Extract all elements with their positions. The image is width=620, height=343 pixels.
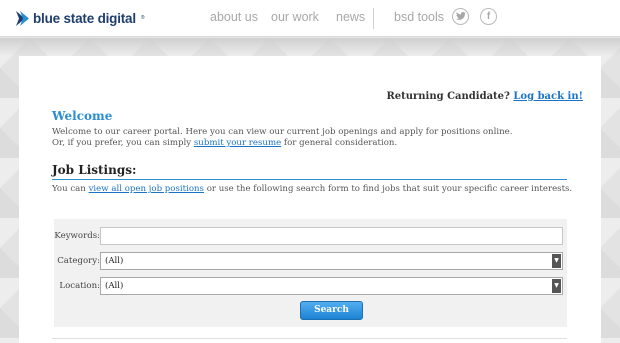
twitter-icon[interactable] (452, 8, 469, 25)
category-label: Category: (57, 256, 100, 266)
log-back-in-link[interactable]: Log back in! (513, 91, 583, 102)
submit-resume-link[interactable]: submit your resume (194, 138, 281, 148)
view-all-jobs-link[interactable]: view all open job positions (89, 184, 204, 194)
nav-our-work[interactable]: our work (271, 10, 319, 24)
job-listings-prefix: You can (52, 184, 86, 194)
returning-candidate: Returning Candidate? Log back in! (386, 91, 583, 102)
nav-news[interactable]: news (336, 10, 365, 24)
site-header: blue state digital ® about us our work ne… (0, 0, 620, 37)
job-search-form: Keywords: Category: (All) ▼ Location: (A… (54, 219, 567, 327)
career-portal-panel: Returning Candidate? Log back in! Welcom… (19, 56, 601, 343)
job-listings-heading: Job Listings: (52, 163, 137, 177)
keywords-input[interactable] (100, 227, 563, 245)
welcome-line-2: Or, if you prefer, you can simply submit… (52, 138, 572, 149)
category-value: (All) (105, 256, 124, 266)
nav-about-us[interactable]: about us (210, 10, 258, 24)
nav-bsd-tools[interactable]: bsd tools (394, 10, 444, 24)
returning-label: Returning Candidate? (386, 91, 510, 102)
welcome-text: Welcome to our career portal. Here you c… (52, 127, 572, 149)
registered-mark: ® (140, 15, 145, 21)
category-select[interactable]: (All) ▼ (100, 252, 563, 270)
welcome-line-2-prefix: Or, if you prefer, you can simply (52, 138, 192, 148)
logo-link[interactable]: blue state digital ® (16, 10, 145, 26)
job-listings-suffix: or use the following search form to find… (206, 184, 573, 194)
bottom-divider (52, 338, 567, 339)
header-shadow (0, 38, 620, 56)
location-value: (All) (105, 281, 124, 291)
job-listings-divider (52, 179, 567, 180)
nav-divider (373, 8, 374, 29)
welcome-line-2-suffix: for general consideration. (283, 138, 398, 148)
welcome-heading: Welcome (52, 109, 113, 123)
bsd-logo-icon (16, 10, 29, 26)
search-button[interactable]: Search (300, 301, 363, 320)
facebook-icon[interactable]: f (480, 8, 497, 25)
location-select[interactable]: (All) ▼ (100, 277, 563, 295)
logo-text: blue state digital (33, 10, 136, 26)
job-listings-text: You can view all open job positions or u… (52, 184, 572, 194)
location-label: Location: (59, 281, 100, 291)
facebook-glyph: f (486, 11, 491, 22)
twitter-bird-icon (455, 12, 466, 20)
keywords-label: Keywords: (54, 231, 100, 241)
chevron-down-icon[interactable]: ▼ (552, 254, 561, 268)
chevron-down-icon[interactable]: ▼ (552, 279, 561, 293)
welcome-line-1: Welcome to our career portal. Here you c… (52, 127, 513, 137)
